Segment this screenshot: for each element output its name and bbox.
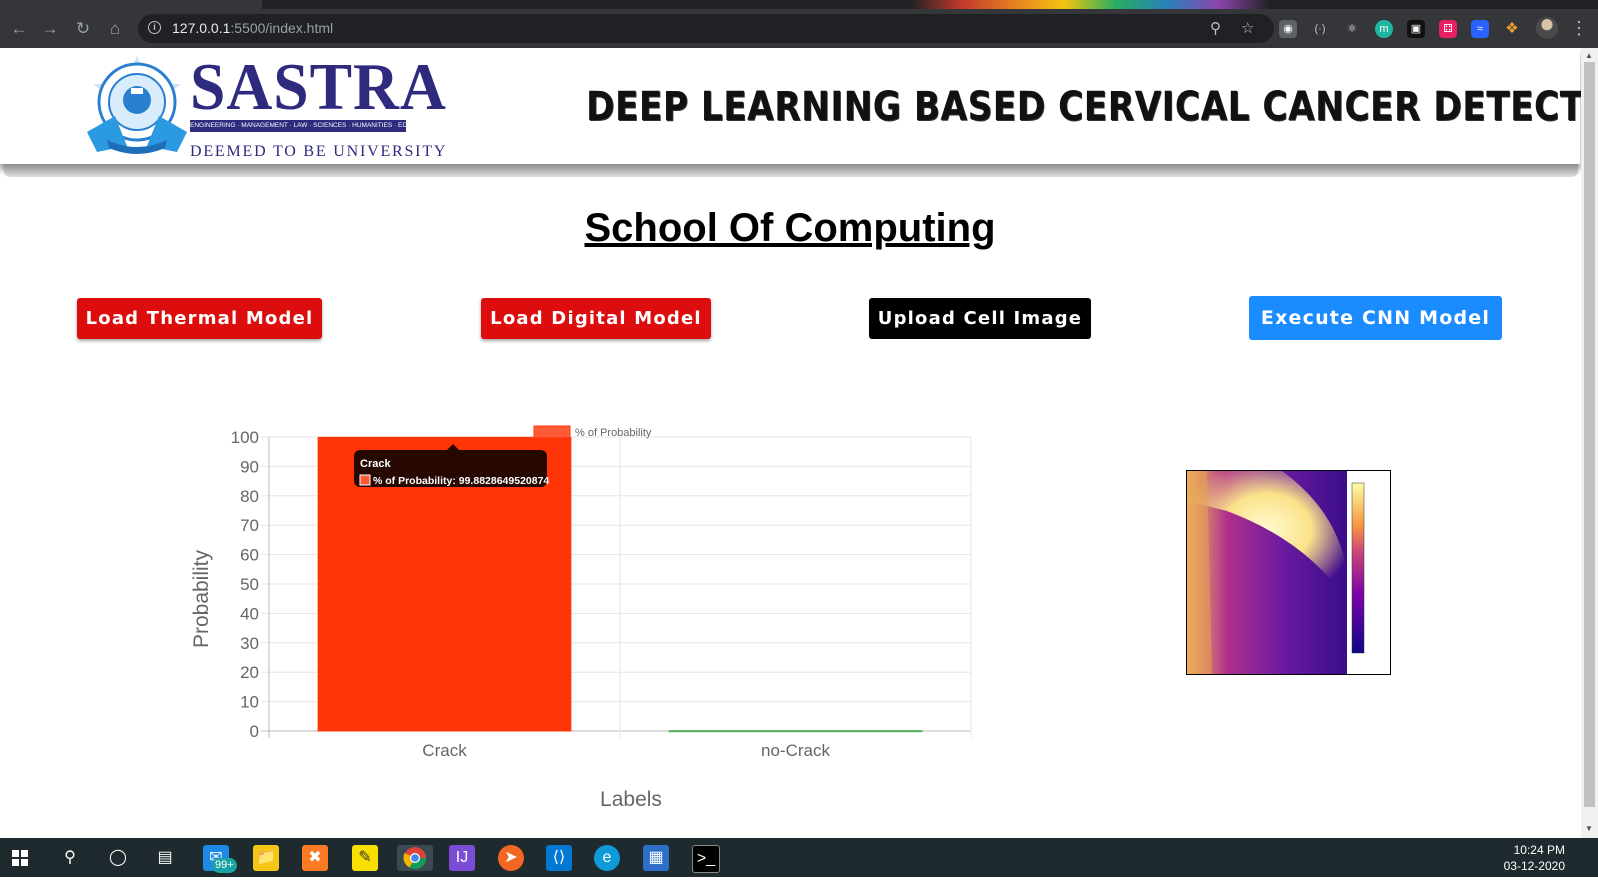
- x-axis-label: Labels: [600, 788, 662, 811]
- thermal-heatmap-image: [1187, 471, 1365, 674]
- url-text[interactable]: 127.0.0.1:5500/index.html: [172, 20, 333, 36]
- scrollbar-thumb[interactable]: [1584, 62, 1595, 807]
- m-extension-icon[interactable]: m: [1375, 20, 1393, 38]
- page-title: DEEP LEARNING BASED CERVICAL CANCER DETE…: [586, 84, 1598, 130]
- profile-avatar[interactable]: [1536, 17, 1558, 39]
- scroll-up-arrow-icon[interactable]: ▲: [1585, 51, 1593, 60]
- y-tick-label: 80: [240, 487, 259, 506]
- y-tick-label: 40: [240, 604, 259, 623]
- tooltip-title: Crack: [360, 458, 391, 470]
- terminal-icon[interactable]: >_: [692, 845, 720, 873]
- sastra-emblem-logo: [87, 56, 187, 154]
- bar-no-crack[interactable]: [668, 730, 923, 733]
- load-thermal-model-button[interactable]: Load Thermal Model: [77, 298, 322, 339]
- sticky-notes-icon[interactable]: ✎: [352, 845, 378, 871]
- y-tick-label: 60: [240, 546, 259, 565]
- browser-tab[interactable]: [0, 0, 262, 9]
- header-shadow-bar: [4, 164, 1578, 177]
- y-tick-label: 50: [240, 575, 259, 594]
- wifi-extension-icon[interactable]: (·): [1311, 20, 1329, 38]
- chrome-logo-icon: [403, 847, 426, 869]
- search-icon[interactable]: ⚲: [57, 845, 83, 871]
- chart-tooltip: Crack % of Probability: 99.8828649520874: [354, 444, 549, 487]
- vscode-icon[interactable]: ⟨⟩: [546, 845, 572, 871]
- x-tick-label: Crack: [422, 741, 467, 760]
- tooltip-value: % of Probability: 99.8828649520874: [373, 475, 549, 487]
- file-explorer-icon[interactable]: 📁: [253, 845, 279, 871]
- y-tick-label: 30: [240, 634, 259, 653]
- load-digital-model-button[interactable]: Load Digital Model: [481, 298, 711, 339]
- browser-theme-image: [910, 0, 1270, 9]
- chart-legend: % of Probability: [533, 425, 652, 439]
- execute-cnn-model-button[interactable]: Execute CNN Model: [1249, 296, 1502, 340]
- y-tick-label: 100: [231, 428, 259, 447]
- url-path: :5500/index.html: [230, 20, 334, 36]
- windows-start-icon[interactable]: [12, 850, 28, 866]
- react-extension-icon[interactable]: ⚛: [1343, 20, 1361, 38]
- reload-icon[interactable]: ↻: [72, 19, 94, 39]
- legend-label: % of Probability: [575, 427, 652, 439]
- scroll-down-arrow-icon[interactable]: ▼: [1585, 824, 1593, 833]
- y-tick-label: 0: [250, 722, 259, 741]
- x-tick-label: no-Crack: [761, 741, 830, 760]
- mail-badge: 99+: [212, 858, 237, 873]
- clock-time: 10:24 PM: [1513, 843, 1565, 857]
- zoom-icon[interactable]: ⚲: [1210, 19, 1221, 37]
- address-bar[interactable]: i 127.0.0.1:5500/index.html ⚲ ☆: [138, 14, 1274, 43]
- y-axis-label: Probability: [190, 549, 213, 648]
- y-tick-label: 90: [240, 457, 259, 476]
- upload-cell-image-button[interactable]: Upload Cell Image: [869, 298, 1091, 339]
- uploaded-cell-image: [1186, 470, 1391, 675]
- system-clock[interactable]: 10:24 PM 03-12-2020: [1504, 842, 1565, 874]
- camera-extension-icon[interactable]: ◉: [1279, 20, 1297, 38]
- bookmark-star-icon[interactable]: ☆: [1241, 19, 1254, 37]
- probability-bar-chart: 0 10 20 30 40 50 60 70 80 90 100 Crack no-Crack % of…: [190, 425, 972, 811]
- site-info-icon[interactable]: i: [148, 21, 161, 34]
- calculator-icon[interactable]: ▦: [643, 845, 669, 871]
- windows-taskbar: ⚲ ◯ ▤ ✉ 99+ 📁 ✖ ✎ IJ ➤ ⟨⟩ e ▦ >_ 10:24 P…: [0, 838, 1598, 877]
- legend-swatch: [533, 425, 571, 439]
- xampp-icon[interactable]: ✖: [302, 845, 328, 871]
- puzzle-extensions-icon[interactable]: ❖: [1503, 20, 1521, 38]
- y-tick-label: 70: [240, 516, 259, 535]
- page-scrollbar[interactable]: ▲ ▼: [1581, 48, 1598, 838]
- intellij-icon[interactable]: IJ: [449, 845, 475, 871]
- sastra-brand-name: SASTRA: [190, 50, 447, 124]
- browser-tab-strip: [0, 0, 1598, 9]
- task-view-icon[interactable]: ▤: [152, 845, 178, 871]
- browser-toolbar: ← → ↻ ⌂ i 127.0.0.1:5500/index.html ⚲ ☆ …: [0, 9, 1598, 48]
- edge-icon[interactable]: e: [594, 845, 620, 871]
- sastra-disciplines-strip: ENGINEERING · MANAGEMENT · LAW · SCIENCE…: [190, 120, 406, 132]
- url-host: 127.0.0.1: [172, 20, 231, 36]
- y-tick-label: 20: [240, 663, 259, 682]
- dark-extension-icon[interactable]: ▣: [1407, 20, 1425, 38]
- back-arrow-icon[interactable]: ←: [8, 19, 30, 39]
- sastra-tagline: DEEMED TO BE UNIVERSITY: [190, 143, 448, 160]
- wave-extension-icon[interactable]: ≈: [1471, 20, 1489, 38]
- cortana-icon[interactable]: ◯: [105, 845, 131, 871]
- school-heading: School Of Computing: [584, 206, 996, 250]
- forward-arrow-icon[interactable]: →: [39, 19, 61, 39]
- home-icon[interactable]: ⌂: [104, 19, 126, 39]
- tooltip-swatch: [359, 474, 371, 486]
- chrome-icon[interactable]: [397, 845, 433, 871]
- y-tick-label: 10: [240, 693, 259, 712]
- menu-kebab-icon[interactable]: ⋮: [1570, 18, 1588, 39]
- dice-extension-icon[interactable]: ⚃: [1439, 20, 1457, 38]
- clock-date: 03-12-2020: [1503, 859, 1565, 873]
- postman-icon[interactable]: ➤: [498, 845, 524, 871]
